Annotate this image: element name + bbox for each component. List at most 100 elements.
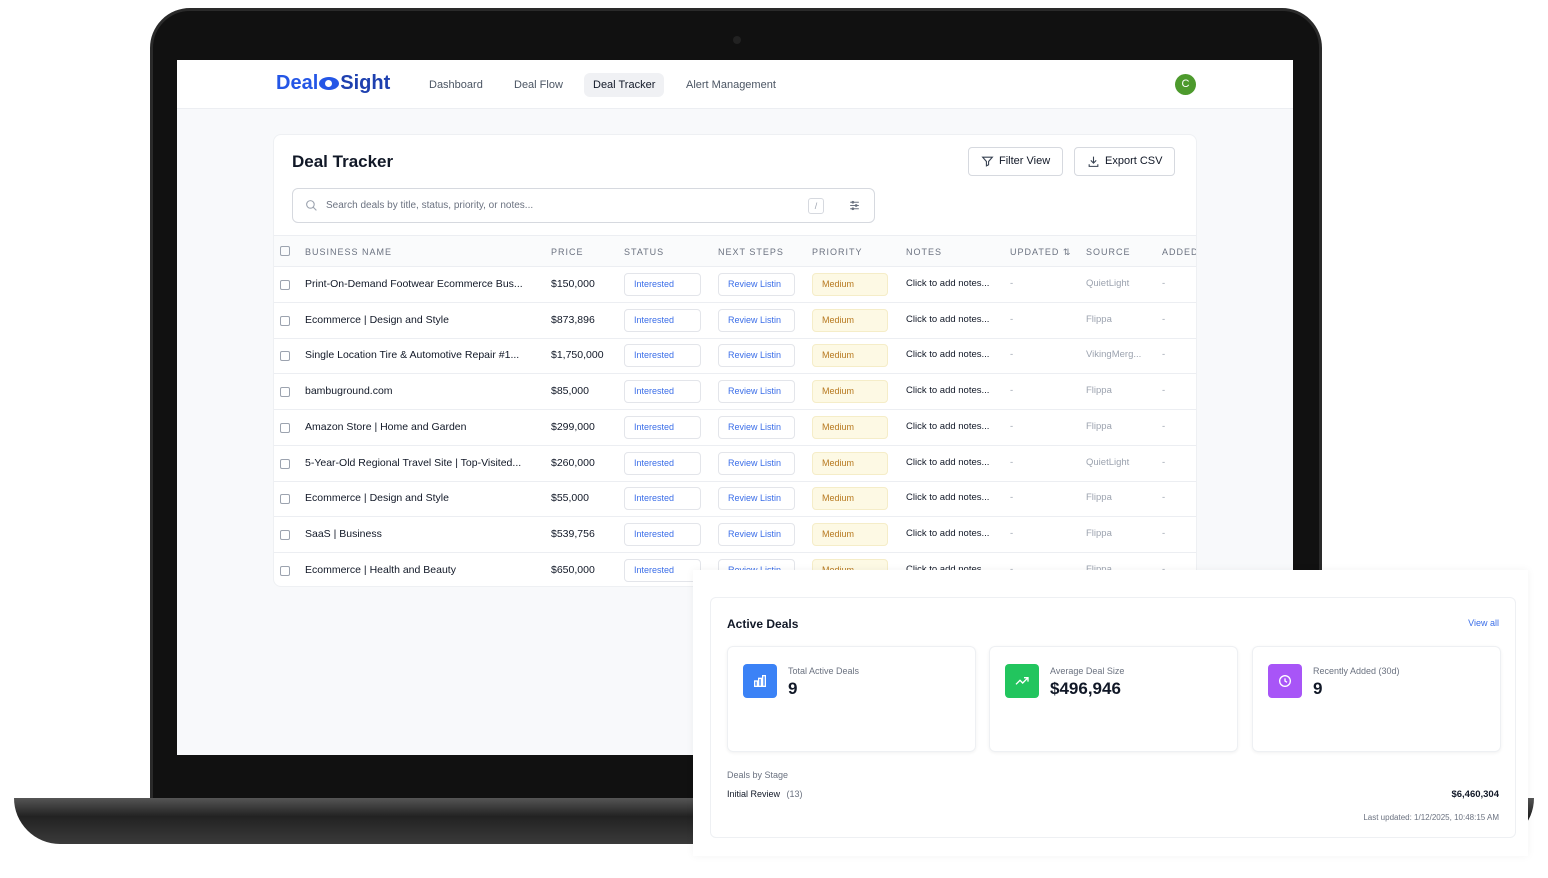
next-steps-badge[interactable]: Review Listin: [718, 415, 795, 439]
priority-badge[interactable]: Medium: [812, 415, 888, 439]
status-badge[interactable]: Interested: [624, 415, 701, 439]
row-checkbox[interactable]: [280, 494, 290, 505]
filter-view-label: Filter View: [999, 155, 1051, 167]
next-steps-badge[interactable]: Review Listin: [718, 380, 795, 404]
business-name[interactable]: Ecommerce | Design and Style: [305, 314, 449, 326]
status-badge[interactable]: Interested: [624, 344, 701, 368]
camera: [733, 36, 741, 44]
row-checkbox[interactable]: [280, 422, 290, 433]
source: VikingMerg...: [1086, 349, 1142, 361]
updated: -: [1010, 420, 1014, 432]
nav-alert-management[interactable]: Alert Management: [677, 73, 785, 97]
priority-badge[interactable]: Medium: [812, 273, 888, 296]
sliders-icon[interactable]: [848, 199, 861, 212]
table-row[interactable]: Ecommerce | Design and Style $55,000 Int…: [274, 481, 1196, 518]
active-deals-title: Active Deals: [727, 617, 799, 631]
table-row[interactable]: Print-On-Demand Footwear Ecommerce Bus..…: [274, 267, 1196, 303]
logo-text: Deal: [276, 72, 319, 94]
table-row[interactable]: Amazon Store | Home and Garden $299,000 …: [274, 410, 1196, 446]
priority-badge[interactable]: Medium: [812, 451, 888, 475]
row-checkbox[interactable]: [280, 387, 290, 398]
stat-average-deal-size[interactable]: Average Deal Size $496,946: [989, 646, 1238, 752]
export-csv-button[interactable]: Export CSV: [1074, 147, 1176, 176]
col-status[interactable]: STATUS: [624, 247, 664, 257]
notes[interactable]: Click to add notes...: [906, 421, 989, 432]
notes[interactable]: Click to add notes...: [906, 457, 989, 468]
added: -: [1162, 385, 1166, 397]
col-next-steps[interactable]: NEXT STEPS: [718, 247, 784, 257]
row-checkbox[interactable]: [280, 351, 290, 362]
table-row[interactable]: SaaS | Business $539,756 Interested Revi…: [274, 517, 1196, 553]
logo[interactable]: Deal Sight: [276, 72, 390, 95]
status-badge[interactable]: Interested: [624, 522, 701, 546]
next-steps-badge[interactable]: Review Listin: [718, 487, 795, 511]
stat-recently-added[interactable]: Recently Added (30d) 9: [1252, 646, 1501, 752]
col-business-name[interactable]: BUSINESS NAME: [305, 247, 392, 257]
col-priority[interactable]: PRIORITY: [812, 247, 863, 257]
stage-count: (13): [786, 789, 803, 799]
table-row[interactable]: bambuground.com $85,000 Interested Revie…: [274, 374, 1196, 411]
status-badge[interactable]: Interested: [624, 487, 701, 511]
col-source[interactable]: SOURCE: [1086, 247, 1131, 257]
col-notes[interactable]: NOTES: [906, 247, 942, 257]
stage-row[interactable]: Initial Review (13): [727, 789, 803, 799]
next-steps-badge[interactable]: Review Listin: [718, 522, 795, 546]
row-checkbox[interactable]: [280, 280, 290, 290]
status-badge[interactable]: Interested: [624, 451, 701, 475]
priority-badge[interactable]: Medium: [812, 487, 888, 511]
business-name[interactable]: Print-On-Demand Footwear Ecommerce Bus..…: [305, 278, 523, 290]
avatar[interactable]: C: [1175, 74, 1196, 95]
table-header: BUSINESS NAME PRICE STATUS NEXT STEPS PR…: [274, 235, 1196, 267]
nav-dashboard[interactable]: Dashboard: [420, 73, 492, 97]
nav-deal-flow[interactable]: Deal Flow: [505, 73, 572, 97]
stat-value: 9: [788, 679, 798, 698]
stat-label: Recently Added (30d): [1313, 666, 1400, 676]
row-checkbox[interactable]: [280, 529, 290, 540]
col-added[interactable]: ADDED: [1162, 247, 1196, 257]
select-all-checkbox[interactable]: [280, 246, 290, 256]
search-input[interactable]: Search deals by title, status, priority,…: [292, 188, 875, 223]
view-all-link[interactable]: View all: [1468, 618, 1499, 628]
logo-text: Sight: [340, 72, 391, 94]
next-steps-badge[interactable]: Review Listin: [718, 451, 795, 475]
priority-badge[interactable]: Medium: [812, 522, 888, 546]
business-name[interactable]: Single Location Tire & Automotive Repair…: [305, 349, 519, 361]
updated: -: [1010, 349, 1014, 361]
priority-badge[interactable]: Medium: [812, 344, 888, 368]
business-name[interactable]: Amazon Store | Home and Garden: [305, 421, 466, 433]
notes[interactable]: Click to add notes...: [906, 385, 989, 396]
col-price[interactable]: PRICE: [551, 247, 584, 257]
business-name[interactable]: 5-Year-Old Regional Travel Site | Top-Vi…: [305, 457, 521, 469]
trending-up-icon: [1005, 664, 1039, 698]
business-name[interactable]: bambuground.com: [305, 385, 393, 397]
next-steps-badge[interactable]: Review Listin: [718, 344, 795, 368]
stat-total-active-deals[interactable]: Total Active Deals 9: [727, 646, 976, 752]
nav-deal-tracker[interactable]: Deal Tracker: [584, 73, 665, 97]
next-steps-badge[interactable]: Review Listin: [718, 273, 795, 296]
notes[interactable]: Click to add notes...: [906, 492, 989, 503]
priority-badge[interactable]: Medium: [812, 380, 888, 404]
status-badge[interactable]: Interested: [624, 308, 701, 332]
notes[interactable]: Click to add notes...: [906, 528, 989, 539]
next-steps-badge[interactable]: Review Listin: [718, 308, 795, 332]
status-badge[interactable]: Interested: [624, 380, 701, 404]
status-badge[interactable]: Interested: [624, 558, 701, 582]
price: $85,000: [551, 385, 589, 398]
table-row[interactable]: 5-Year-Old Regional Travel Site | Top-Vi…: [274, 446, 1196, 482]
business-name[interactable]: Ecommerce | Design and Style: [305, 492, 449, 504]
row-checkbox[interactable]: [280, 315, 290, 326]
priority-badge[interactable]: Medium: [812, 308, 888, 332]
table-row[interactable]: Single Location Tire & Automotive Repair…: [274, 338, 1196, 375]
notes[interactable]: Click to add notes...: [906, 349, 989, 360]
row-checkbox[interactable]: [280, 458, 290, 469]
col-updated[interactable]: UPDATED ⇅: [1010, 247, 1071, 258]
table-row[interactable]: Ecommerce | Design and Style $873,896 In…: [274, 303, 1196, 339]
row-checkbox[interactable]: [280, 565, 290, 576]
notes[interactable]: Click to add notes...: [906, 278, 989, 289]
status-badge[interactable]: Interested: [624, 273, 701, 296]
business-name[interactable]: SaaS | Business: [305, 528, 382, 540]
notes[interactable]: Click to add notes...: [906, 314, 989, 325]
business-name[interactable]: Ecommerce | Health and Beauty: [305, 564, 456, 576]
filter-view-button[interactable]: Filter View: [968, 147, 1064, 176]
added: -: [1162, 349, 1166, 361]
